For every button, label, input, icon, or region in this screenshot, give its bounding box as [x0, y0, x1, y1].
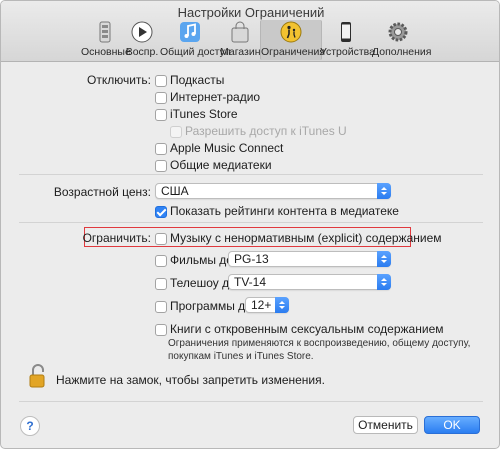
podcasts-checkbox[interactable] [155, 75, 167, 87]
window-title: Настройки Ограничений [177, 5, 325, 20]
tab-label: Устройства [320, 46, 375, 58]
movies-label: Фильмы до [170, 253, 233, 267]
apple-music-connect-label: Apple Music Connect [170, 141, 284, 155]
tab-general[interactable]: Основные [81, 20, 131, 60]
shared-libraries-label: Общие медиатеки [170, 158, 272, 172]
movies-rating-value: PG-13 [234, 252, 269, 266]
cancel-button[interactable]: Отменить [353, 416, 418, 434]
tab-devices[interactable]: Устройства [320, 20, 375, 60]
tab-label: Магазин [220, 46, 261, 58]
help-button[interactable]: ? [20, 416, 40, 436]
gear-icon [386, 20, 410, 44]
restrictions-note: Ограничения применяются к воспроизведени… [168, 338, 471, 362]
chevron-updown-icon [377, 274, 391, 290]
country-select[interactable]: США [155, 183, 391, 199]
tv-checkbox[interactable] [155, 278, 167, 290]
restrict-label: Ограничить: [82, 231, 151, 245]
itunes-u-checkbox [170, 126, 182, 138]
show-ratings-checkbox[interactable] [155, 206, 167, 218]
podcasts-label: Подкасты [170, 73, 225, 87]
ok-button[interactable]: OK [424, 416, 480, 434]
tab-store[interactable]: Магазин [220, 20, 261, 60]
apps-label: Программы до [170, 299, 252, 313]
tab-label: Ограничения [261, 46, 325, 58]
tab-label: Основные [81, 46, 131, 58]
play-icon [130, 20, 154, 44]
itunes-u-label: Разрешить доступ к iTunes U [185, 124, 347, 138]
divider [19, 222, 483, 223]
tv-rating-select[interactable]: TV-14 [228, 274, 391, 290]
movies-checkbox[interactable] [155, 255, 167, 267]
apple-music-connect-checkbox[interactable] [155, 143, 167, 155]
music-note-icon [178, 20, 202, 44]
restrictions-window: Настройки Ограничений Основные Воспр. Об… [0, 0, 500, 449]
tab-restrictions[interactable]: Ограничения [260, 20, 325, 60]
tab-advanced[interactable]: Дополнения [372, 20, 432, 60]
apps-rating-value: 12+ [251, 298, 272, 312]
tv-rating-value: TV-14 [234, 275, 267, 289]
internet-radio-label: Интернет-радио [170, 90, 261, 104]
tab-label: Воспр. [125, 46, 159, 58]
lock-label: Нажмите на замок, чтобы запретить измене… [56, 373, 325, 387]
apps-rating-select[interactable]: 12+ [245, 297, 289, 313]
tab-label: Дополнения [372, 46, 432, 58]
tv-label: Телешоу до [170, 276, 236, 290]
show-ratings-label: Показать рейтинги контента в медиатеке [170, 204, 399, 218]
divider [19, 174, 483, 175]
itunes-store-label: iTunes Store [170, 107, 238, 121]
chevron-updown-icon [275, 297, 289, 313]
phone-switch-icon [93, 20, 117, 44]
country-value: США [161, 184, 189, 198]
tab-label: Общий доступ [160, 46, 231, 58]
lock-icon[interactable] [29, 364, 47, 388]
shopping-bag-icon [228, 20, 252, 44]
parental-controls-icon [279, 20, 303, 44]
restrictions-pane: Отключить: Подкасты Интернет-радио iTune… [1, 62, 499, 448]
books-label: Книги с откровенным сексуальным содержан… [170, 322, 444, 336]
chevron-updown-icon [377, 251, 391, 267]
apps-checkbox[interactable] [155, 301, 167, 313]
internet-radio-checkbox[interactable] [155, 92, 167, 104]
movies-rating-select[interactable]: PG-13 [228, 251, 391, 267]
itunes-store-checkbox[interactable] [155, 109, 167, 121]
iphone-icon [334, 20, 358, 44]
explicit-music-checkbox[interactable] [155, 233, 167, 245]
chevron-updown-icon [377, 183, 391, 199]
books-checkbox[interactable] [155, 324, 167, 336]
disable-label: Отключить: [87, 73, 151, 87]
tab-playback[interactable]: Воспр. [125, 20, 159, 60]
shared-libraries-checkbox[interactable] [155, 160, 167, 172]
tab-sharing[interactable]: Общий доступ [160, 20, 231, 60]
toolbar: Настройки Ограничений Основные Воспр. Об… [1, 1, 499, 62]
rating-label: Возрастной ценз: [53, 185, 151, 199]
divider [19, 401, 483, 402]
explicit-music-label: Музыку с ненормативным (explicit) содерж… [170, 231, 442, 245]
